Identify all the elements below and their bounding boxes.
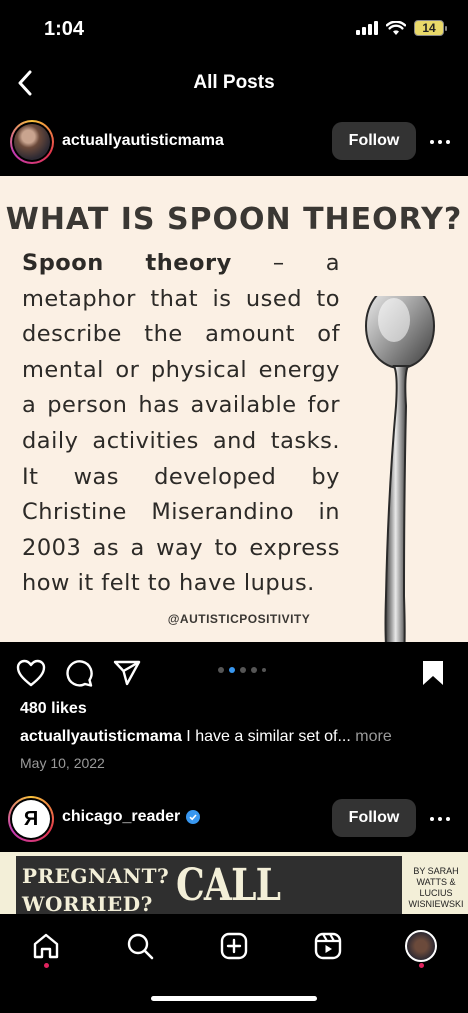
follow-button[interactable]: Follow — [332, 799, 416, 837]
avatar-letter: R — [12, 800, 50, 838]
tab-home[interactable] — [26, 926, 66, 966]
page-title: All Posts — [193, 72, 275, 93]
tab-create[interactable] — [214, 926, 254, 966]
avatar[interactable] — [10, 120, 54, 164]
comment-icon — [66, 660, 93, 687]
image-body: Spoon theory – a metaphor that is used t… — [22, 246, 340, 602]
more-icon[interactable] — [426, 807, 454, 831]
image-body-text: – a metaphor that is used to describe th… — [22, 250, 340, 597]
save-button[interactable] — [416, 656, 450, 690]
carousel-indicator — [218, 667, 266, 673]
avatar[interactable]: R — [8, 796, 54, 842]
image-title: WHAT IS SPOON THEORY? — [5, 202, 463, 237]
post-header: R chicago_reader Follow — [0, 794, 468, 844]
more-icon[interactable] — [426, 130, 454, 154]
post-header: actuallyautisticmama Follow — [0, 116, 468, 168]
like-button[interactable] — [14, 656, 48, 690]
post-image[interactable]: WHAT IS SPOON THEORY? Spoon theory – a m… — [0, 176, 468, 642]
search-icon — [127, 933, 154, 960]
image-credit: @AUTISTICPOSITIVITY — [167, 612, 311, 626]
caption-more-link[interactable]: more — [351, 728, 391, 745]
home-indicator — [151, 996, 317, 1001]
heart-icon — [16, 659, 46, 687]
signal-icon — [356, 21, 378, 35]
bookmark-icon — [423, 661, 443, 685]
banner-byline: BY SARAH WATTS & LUCIUS WISNIEWSKI — [408, 866, 464, 909]
post-username-text: chicago_reader — [62, 808, 181, 825]
caption-text: I have a similar set of... — [181, 728, 351, 745]
follow-button[interactable]: Follow — [332, 122, 416, 160]
post-username[interactable]: chicago_reader — [62, 808, 201, 826]
tab-reels[interactable] — [308, 926, 348, 966]
nav-header: All Posts — [0, 60, 468, 108]
comment-button[interactable] — [62, 656, 96, 690]
profile-icon[interactable] — [405, 930, 437, 962]
banner-headline: CALL JANE — [176, 860, 281, 914]
home-icon — [33, 933, 59, 959]
likes-count[interactable]: 480 likes — [20, 700, 87, 718]
post-username[interactable]: actuallyautisticmama — [62, 132, 224, 150]
battery-icon: 14 — [414, 20, 447, 36]
create-icon — [220, 932, 248, 960]
caption-username[interactable]: actuallyautisticmama — [20, 728, 182, 745]
image-body-bold: Spoon theory — [22, 250, 232, 276]
notification-dot — [44, 963, 49, 968]
notification-dot — [419, 963, 424, 968]
banner-line1: PREGNANT? — [22, 864, 170, 888]
post-actions — [0, 648, 468, 694]
spoon-illustration — [365, 296, 435, 642]
status-time: 1:04 — [44, 18, 85, 40]
banner-line2: WORRIED? — [22, 892, 153, 914]
post-date: May 10, 2022 — [20, 755, 105, 771]
share-icon — [113, 660, 141, 686]
caption: actuallyautisticmama I have a similar se… — [20, 728, 392, 746]
status-icons: 14 — [356, 20, 447, 36]
reels-icon — [314, 932, 342, 960]
verified-icon — [186, 810, 201, 824]
wifi-icon — [386, 20, 406, 35]
banner-left: PREGNANT? WORRIED? — [22, 862, 169, 914]
status-bar: 1:04 14 — [0, 0, 468, 60]
post-image[interactable]: PREGNANT? WORRIED? CALL JANE BY SARAH WA… — [0, 852, 468, 914]
tab-search[interactable] — [120, 926, 160, 966]
share-button[interactable] — [110, 656, 144, 690]
banner: PREGNANT? WORRIED? CALL JANE — [16, 856, 402, 914]
